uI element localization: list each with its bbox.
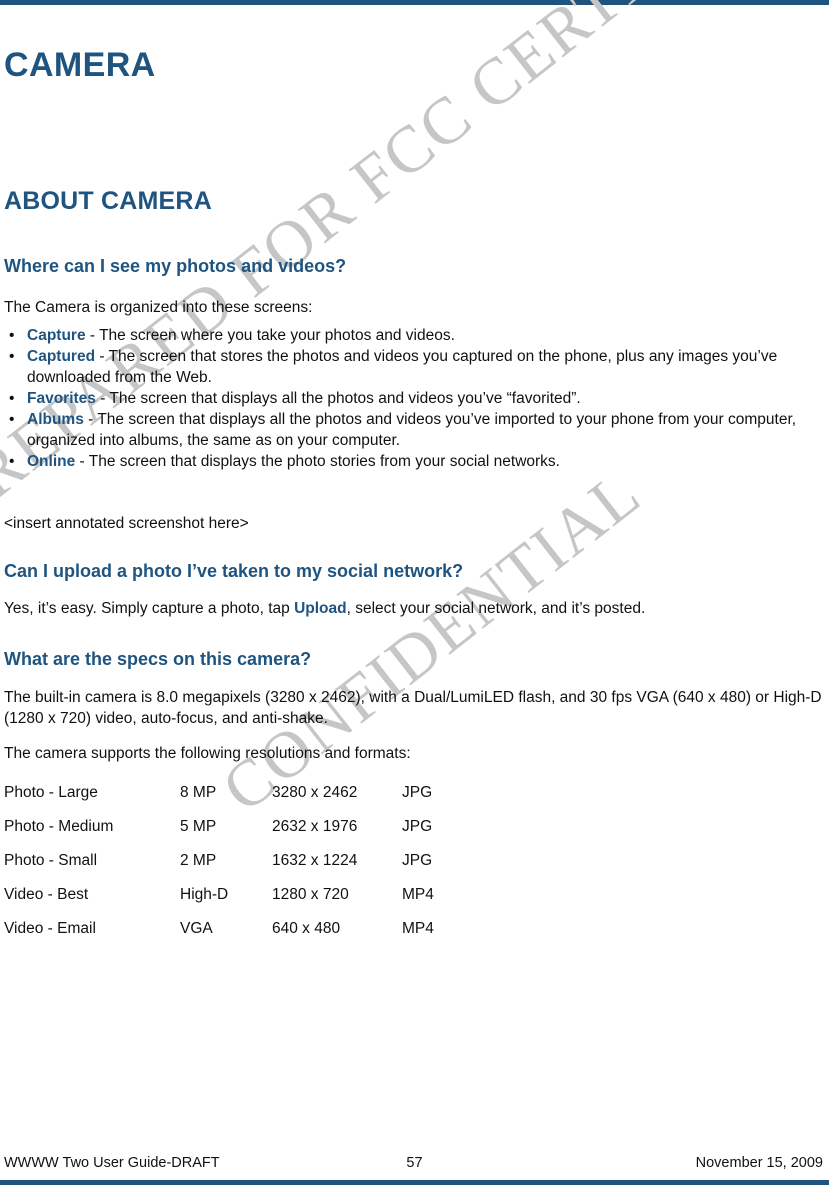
cell-format: MP4 [402,886,434,903]
cell-resolution: 2632 x 1976 [272,818,358,835]
insert-screenshot-note: <insert annotated screenshot here> [4,515,249,532]
watermark-line-2: CONFIDENTIAL [209,456,655,827]
cell-quality: 5 MP [180,818,217,835]
screen-description: - The screen where you take your photos … [85,327,455,344]
subheading-where-photos: Where can I see my photos and videos? [4,256,347,276]
cell-format: MP4 [402,920,434,937]
cell-mode: Photo - Medium [4,818,114,835]
resolution-format-table: Photo - Large 8 MP 3280 x 2462 JPG Photo… [0,784,522,954]
upload-answer-prefix: Yes, it’s easy. Simply capture a photo, … [4,600,295,617]
list-item: Online - The screen that displays the ph… [0,451,825,472]
screen-term: Capture [27,327,86,344]
cell-mode: Video - Email [4,920,96,937]
cell-resolution: 1632 x 1224 [272,852,358,869]
cell-format: JPG [402,818,433,835]
chapter-title: CAMERA [4,46,156,84]
screen-description: - The screen that displays all the photo… [95,390,581,407]
cell-mode: Video - Best [4,886,89,903]
screen-description: - The screen that displays the photo sto… [75,453,560,470]
upload-answer-paragraph: Yes, it’s easy. Simply capture a photo, … [4,598,822,619]
screen-term: Favorites [27,390,96,407]
document-page: PREPARED FOR FCC CERTIFICATION CONFIDENT… [0,0,829,1188]
upload-answer-suffix: , select your social network, and it’s p… [346,600,646,617]
table-row: Photo - Medium 5 MP 2632 x 1976 JPG [0,818,522,852]
screens-list: Capture - The screen where you take your… [0,325,825,472]
table-row: Video - Best High-D 1280 x 720 MP4 [0,886,522,920]
list-item: Capture - The screen where you take your… [0,325,825,346]
subheading-camera-specs: What are the specs on this camera? [4,649,312,669]
page-bottom-rule [0,1180,829,1185]
screen-description: - The screen that displays all the photo… [27,411,797,449]
screen-term: Online [27,453,76,470]
list-item: Favorites - The screen that displays all… [0,388,825,409]
cell-resolution: 640 x 480 [272,920,341,937]
cell-resolution: 3280 x 2462 [272,784,358,801]
cell-quality: High-D [180,886,229,903]
table-row: Photo - Small 2 MP 1632 x 1224 JPG [0,852,522,886]
cell-format: JPG [402,852,433,869]
list-item: Albums - The screen that displays all th… [0,409,825,451]
screen-term: Albums [27,411,84,428]
cell-quality: 2 MP [180,852,217,869]
section-title: ABOUT CAMERA [4,187,212,215]
subheading-upload-photo: Can I upload a photo I’ve taken to my so… [4,561,464,581]
supported-formats-intro: The camera supports the following resolu… [4,745,411,762]
screen-description: - The screen that stores the photos and … [27,348,778,386]
list-item: Captured - The screen that stores the ph… [0,346,825,388]
cell-resolution: 1280 x 720 [272,886,349,903]
camera-specs-paragraph: The built-in camera is 8.0 megapixels (3… [4,689,822,727]
cell-format: JPG [402,784,433,801]
page-top-rule [0,0,829,5]
page-footer: WWWW Two User Guide-DRAFT 57 November 15… [0,1155,829,1177]
intro-paragraph: The Camera is organized into these scree… [4,299,313,316]
cell-mode: Photo - Large [4,784,98,801]
footer-date: November 15, 2009 [695,1155,823,1171]
table-row: Photo - Large 8 MP 3280 x 2462 JPG [0,784,522,818]
watermark: PREPARED FOR FCC CERTIFICATION CONFIDENT… [0,0,829,1188]
upload-term: Upload [294,600,347,617]
table-row: Video - Email VGA 640 x 480 MP4 [0,920,522,954]
cell-quality: 8 MP [180,784,217,801]
cell-mode: Photo - Small [4,852,98,869]
screen-term: Captured [27,348,96,365]
cell-quality: VGA [180,920,213,937]
